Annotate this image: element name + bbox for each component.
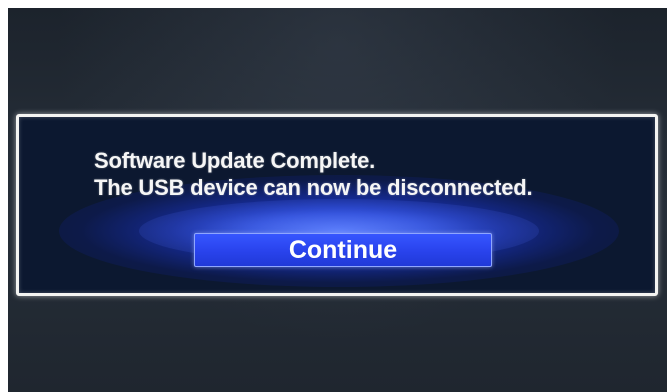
- infotainment-screen: Software Update Complete. The USB device…: [8, 8, 667, 392]
- update-complete-dialog: Software Update Complete. The USB device…: [16, 114, 658, 296]
- message-line-2: The USB device can now be disconnected.: [94, 175, 533, 200]
- continue-button[interactable]: Continue: [194, 233, 492, 267]
- display-frame: Software Update Complete. The USB device…: [0, 0, 671, 392]
- dialog-message: Software Update Complete. The USB device…: [94, 147, 654, 201]
- message-line-1: Software Update Complete.: [94, 148, 376, 173]
